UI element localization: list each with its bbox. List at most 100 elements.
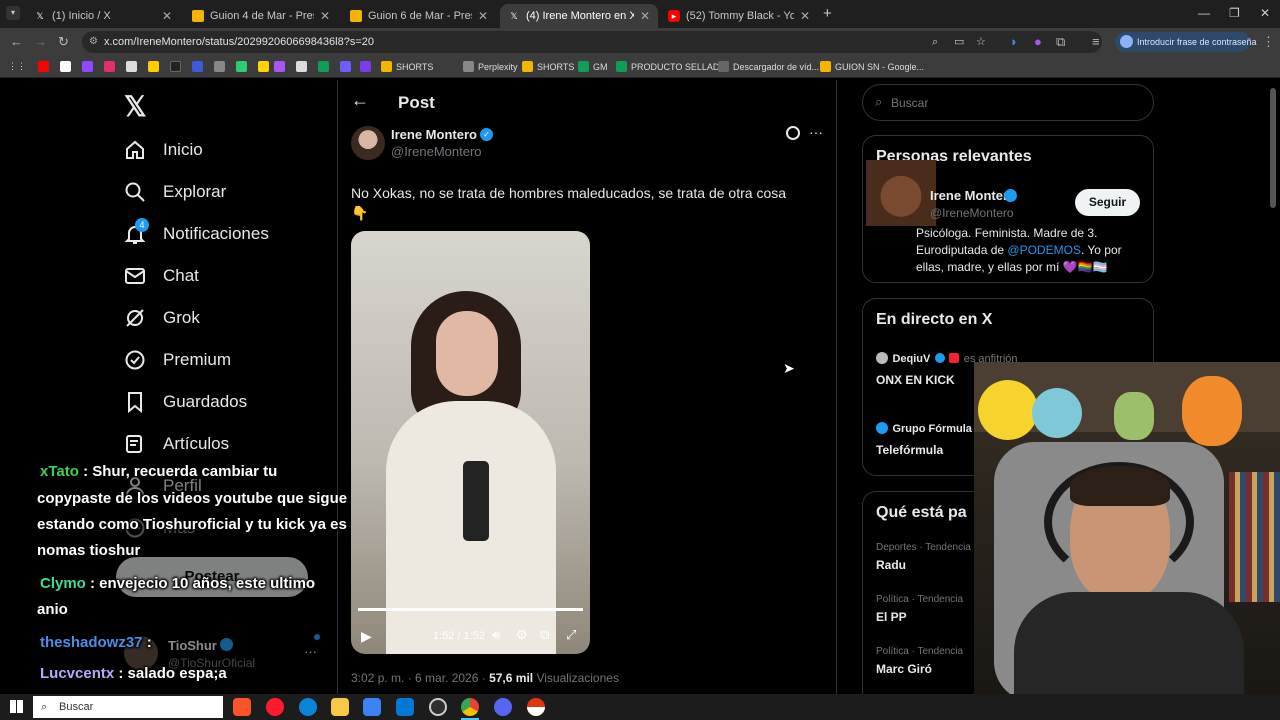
x-bookmark-icon[interactable] <box>60 61 75 72</box>
menu-icon[interactable]: ⋮ <box>1262 34 1275 50</box>
bookmark-star-icon[interactable]: ☆ <box>976 31 986 53</box>
cast-icon[interactable]: ▭ <box>954 31 964 53</box>
bookmark-icon[interactable] <box>192 61 207 72</box>
avatar[interactable] <box>866 160 936 226</box>
fullscreen-icon[interactable]: ⤢ <box>566 627 576 643</box>
nav-chat[interactable]: Chat <box>124 265 199 287</box>
bookmark-icon[interactable] <box>360 61 375 72</box>
author-name[interactable]: Irene Montero <box>391 127 477 142</box>
twitch-bookmark-icon[interactable] <box>82 61 97 72</box>
bookmark-guion-sn[interactable]: GUION SN - Google... <box>820 61 924 72</box>
bookmark-icon[interactable] <box>214 61 229 72</box>
search-input[interactable]: ⌕ Buscar <box>862 84 1154 121</box>
extension-icon[interactable]: ● <box>1034 34 1042 49</box>
close-icon[interactable]: ✕ <box>320 9 330 23</box>
obs-icon[interactable] <box>429 698 447 716</box>
bookmark-icon[interactable] <box>236 61 251 72</box>
nav-inicio[interactable]: Inicio <box>124 139 203 161</box>
settings-icon[interactable]: ⚙ <box>516 627 528 643</box>
nav-articulos[interactable]: Artículos <box>124 433 229 455</box>
forward-icon[interactable]: → <box>34 34 47 49</box>
nav-grok[interactable]: Grok <box>124 307 200 329</box>
bookmark-icon[interactable] <box>296 61 311 72</box>
follow-button[interactable]: Seguir <box>1075 189 1140 216</box>
store-icon[interactable] <box>363 698 381 716</box>
author-handle[interactable]: @IreneMontero <box>391 144 482 159</box>
pip-icon[interactable]: ⧉ <box>540 627 549 643</box>
taskbar-search-input[interactable]: ⌕ Buscar <box>33 696 223 718</box>
minimize-icon[interactable]: — <box>1198 6 1210 20</box>
sheets-bookmark-icon[interactable] <box>318 61 333 72</box>
video-progress-track[interactable] <box>358 608 583 611</box>
outlook-icon[interactable] <box>396 698 414 716</box>
tab-youtube[interactable]: ▸ (52) Tommy Black - YouTube ✕ <box>660 4 818 28</box>
tab-irene-montero[interactable]: 𝕏 (4) Irene Montero en X: "No Xo ✕ <box>500 4 658 28</box>
site-info-icon[interactable]: ⚙ <box>89 31 98 53</box>
author-avatar[interactable] <box>351 126 385 160</box>
chat-line: estando como Tioshuroficial y tu kick ya… <box>37 516 347 533</box>
nav-notificaciones[interactable]: 4 Notificaciones <box>124 218 269 245</box>
nav-premium[interactable]: Premium <box>124 349 231 371</box>
reading-list-icon[interactable]: ≡ <box>1092 34 1100 49</box>
close-icon[interactable]: ✕ <box>478 9 488 23</box>
tiktok-bookmark-icon[interactable] <box>170 61 185 72</box>
back-icon[interactable]: ← <box>10 34 23 49</box>
youtube-bookmark-icon[interactable] <box>38 61 53 72</box>
tab-guion-4[interactable]: Guion 4 de Mar - Presentacione ✕ <box>184 4 338 28</box>
more-dots-icon[interactable]: ··· <box>809 124 823 140</box>
nav-guardados[interactable]: Guardados <box>124 391 247 413</box>
opera-icon[interactable] <box>266 698 284 716</box>
tab-guion-6[interactable]: Guion 6 de Mar - Presentacione ✕ <box>342 4 496 28</box>
close-icon[interactable]: ✕ <box>162 9 172 23</box>
grok-icon[interactable] <box>786 126 800 140</box>
new-tab-button[interactable]: + <box>823 5 832 22</box>
podemos-link[interactable]: @PODEMOS <box>1007 243 1081 257</box>
url-field[interactable]: ⚙ x.com/IreneMontero/status/202992060669… <box>82 31 1102 53</box>
bookmark-icon[interactable] <box>340 61 355 72</box>
page-scrollbar[interactable] <box>1270 88 1276 208</box>
apps-icon[interactable]: ⋮⋮ <box>8 61 26 72</box>
discord-icon[interactable] <box>494 698 512 716</box>
back-arrow-icon[interactable]: ← <box>351 90 369 111</box>
x-logo-icon[interactable]: 𝕏 <box>124 90 147 123</box>
trend-item[interactable]: Deportes · Tendencia Radu <box>876 542 971 572</box>
pokeball-icon[interactable] <box>527 698 545 716</box>
bookmark-producto[interactable]: PRODUCTO SELLAD... <box>616 61 727 72</box>
extensions-puzzle-icon[interactable]: ⧉ <box>1056 34 1065 50</box>
bookmark-perplexity[interactable]: Perplexity <box>463 61 518 72</box>
trend-item[interactable]: Política · Tendencia El PP <box>876 594 963 624</box>
bookmark-icon[interactable] <box>258 61 273 72</box>
close-icon[interactable]: ✕ <box>800 9 810 23</box>
bookmark-shorts[interactable]: SHORTS <box>381 61 433 72</box>
profile-icon <box>1120 35 1133 48</box>
more-dots-icon[interactable]: ··· <box>304 644 317 659</box>
bookmark-descargador[interactable]: Descargador de víd... <box>718 61 819 72</box>
trend-item[interactable]: Política · Tendencia Marc Giró <box>876 646 963 676</box>
bookmark-icon[interactable] <box>126 61 141 72</box>
brave-icon[interactable] <box>233 698 251 716</box>
file-explorer-icon[interactable] <box>331 698 349 716</box>
reload-icon[interactable]: ↻ <box>58 34 69 50</box>
bookmark-icon[interactable] <box>148 61 163 72</box>
tab-list-icon[interactable]: ▾ <box>6 6 20 20</box>
video-progress-fill <box>358 608 583 611</box>
bookmark-icon[interactable] <box>274 61 289 72</box>
password-prompt-button[interactable]: Introducir frase de contraseña <box>1115 32 1257 52</box>
chrome-icon[interactable] <box>461 698 479 716</box>
bookmark-gm[interactable]: GM <box>578 61 608 72</box>
play-icon[interactable]: ▶ <box>361 628 372 645</box>
bookmark-shorts-2[interactable]: SHORTS <box>522 61 574 72</box>
volume-icon[interactable]: 🔊︎ <box>492 627 500 643</box>
close-icon[interactable]: ✕ <box>640 9 650 23</box>
nav-explorar[interactable]: Explorar <box>124 181 226 203</box>
x-logo-icon: 𝕏 <box>36 11 44 21</box>
extension-icon[interactable]: ◗ <box>1010 34 1018 49</box>
instagram-bookmark-icon[interactable] <box>104 61 119 72</box>
zoom-icon[interactable]: ⌕ <box>932 31 938 53</box>
video-player[interactable]: ▶ 1:52 / 1:52 🔊︎ ⚙ ⧉ ⤢ <box>351 231 590 654</box>
tab-inicio-x[interactable]: 𝕏 (1) Inicio / X ✕ <box>26 4 180 28</box>
restore-icon[interactable]: ❐ <box>1229 6 1240 20</box>
close-window-icon[interactable]: ✕ <box>1260 6 1270 20</box>
edge-icon[interactable] <box>299 698 317 716</box>
windows-start-icon[interactable] <box>10 700 23 713</box>
